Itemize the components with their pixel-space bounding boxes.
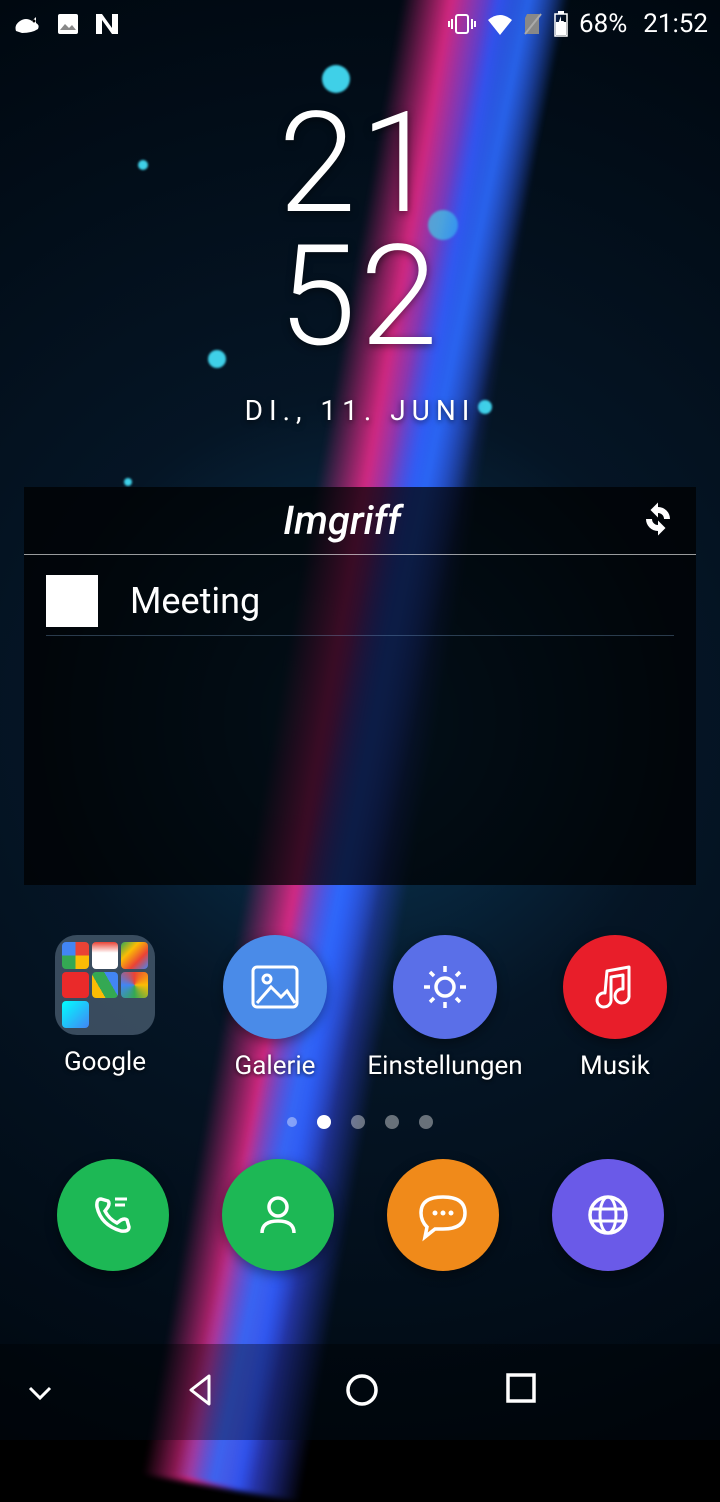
dock-messages[interactable] [363, 1159, 523, 1271]
music-icon [563, 935, 667, 1039]
clock-minutes: 52 [0, 231, 720, 364]
nav-home-button[interactable] [342, 1370, 382, 1414]
n-icon [94, 12, 120, 36]
battery-charging-icon [553, 11, 569, 37]
page-indicator[interactable] [0, 1115, 720, 1129]
page-dot[interactable] [419, 1115, 433, 1129]
nav-back-button[interactable] [181, 1370, 221, 1414]
wifi-icon [487, 13, 513, 35]
app-row: Google Galerie Einstellungen Musik [0, 935, 720, 1081]
app-label: Einstellungen [367, 1051, 522, 1081]
gallery-icon [223, 935, 327, 1039]
suse-icon [12, 13, 42, 35]
clock-date: DI., 11. JUNI [0, 394, 720, 427]
phone-icon [57, 1159, 169, 1271]
app-label: Google [64, 1047, 146, 1077]
dock-phone[interactable] [33, 1159, 193, 1271]
nav-expand-icon[interactable] [0, 1376, 80, 1408]
vibrate-icon [447, 12, 477, 36]
dock-browser[interactable] [528, 1159, 688, 1271]
dock-contacts[interactable] [198, 1159, 358, 1271]
sync-icon[interactable] [640, 501, 676, 541]
agenda-item-color [46, 575, 98, 627]
status-bar[interactable]: 68% 21:52 [0, 0, 720, 48]
no-sim-icon [523, 12, 543, 36]
app-google-folder[interactable]: Google [25, 935, 185, 1081]
nav-recent-button[interactable] [503, 1370, 539, 1414]
app-label: Galerie [235, 1051, 316, 1081]
app-musik[interactable]: Musik [535, 935, 695, 1081]
agenda-item[interactable]: Meeting [46, 575, 674, 636]
page-dot[interactable] [351, 1115, 365, 1129]
folder-icon [55, 935, 155, 1035]
clock-hours: 21 [0, 98, 720, 231]
app-einstellungen[interactable]: Einstellungen [365, 935, 525, 1081]
contacts-icon [222, 1159, 334, 1271]
app-galerie[interactable]: Galerie [195, 935, 355, 1081]
settings-icon [393, 935, 497, 1039]
agenda-item-text: Meeting [130, 580, 260, 622]
app-label: Musik [580, 1051, 650, 1081]
agenda-header: Imgriff [24, 487, 696, 555]
dock [0, 1129, 720, 1271]
clock-widget[interactable]: 21 52 DI., 11. JUNI [0, 98, 720, 427]
status-time: 21:52 [643, 9, 708, 39]
battery-percent: 68% [579, 9, 627, 39]
agenda-widget[interactable]: Imgriff Meeting [24, 487, 696, 885]
page-dot[interactable] [385, 1115, 399, 1129]
navigation-bar [0, 1344, 720, 1440]
browser-icon [552, 1159, 664, 1271]
page-dot[interactable] [287, 1117, 297, 1127]
image-icon [56, 12, 80, 36]
page-dot[interactable] [317, 1115, 331, 1129]
messages-icon [387, 1159, 499, 1271]
agenda-title: Imgriff [44, 497, 640, 544]
